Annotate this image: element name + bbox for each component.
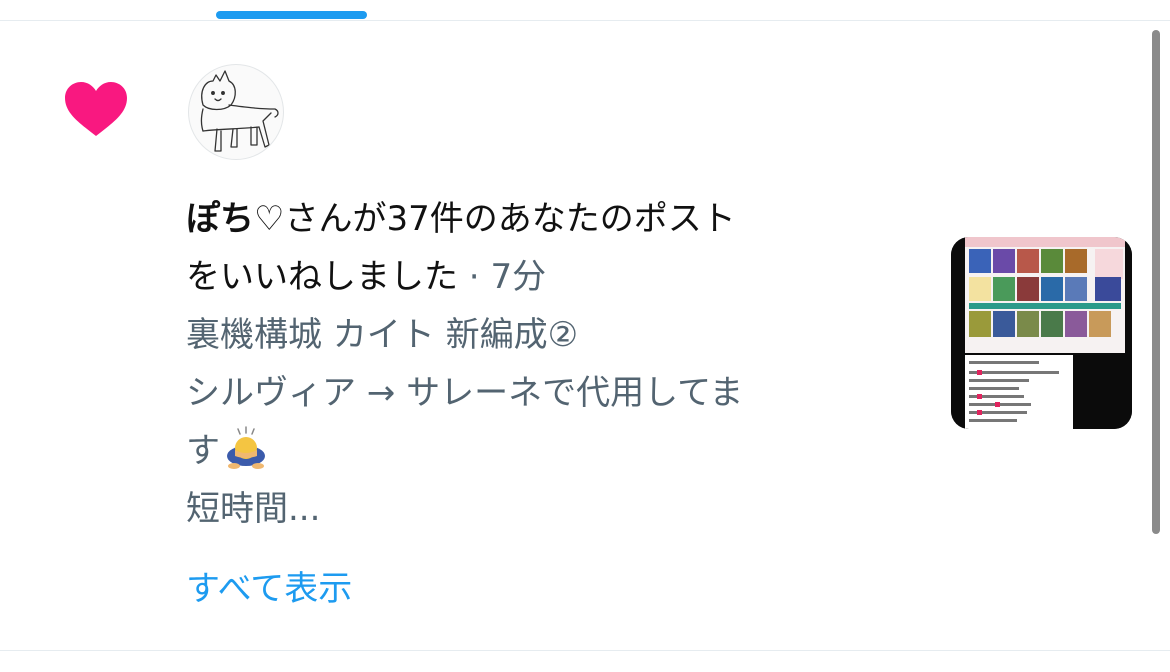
avatar[interactable] (188, 64, 284, 160)
action-text-2: をいいねしました (186, 257, 458, 297)
show-all-link[interactable]: すべて表示 (186, 560, 352, 618)
tweet-line-2: シルヴィア → サレーネで代用してま (186, 373, 744, 413)
person-bowing-icon (227, 426, 265, 469)
tweet-line-3-text: す (186, 431, 220, 471)
timestamp: 7分 (490, 257, 547, 297)
notification-text: ぽち♡さんが37件のあなたのポスト をいいねしました · 7分 (186, 190, 906, 306)
tweet-line-1: 裏機構城 カイト 新編成② (186, 315, 579, 355)
bottom-divider (0, 650, 1170, 651)
tweet-line-3: す (186, 422, 926, 480)
scrollbar[interactable] (1152, 30, 1160, 534)
action-text-1: さんが37件のあなたのポスト (284, 199, 736, 239)
tweet-line-4: 短時間... (186, 489, 321, 529)
game-screenshot-image (951, 237, 1132, 429)
user-name[interactable]: ぽち♡ (186, 199, 284, 239)
tab-indicator (216, 11, 367, 19)
cat-sketch-icon (200, 70, 279, 152)
top-divider (0, 20, 1170, 21)
tweet-preview[interactable]: 裏機構城 カイト 新編成② シルヴィア → サレーネで代用してま す 短時間..… (186, 306, 926, 538)
separator: · (458, 257, 491, 297)
heart-icon (65, 82, 127, 136)
tweet-image-thumbnail[interactable] (951, 237, 1132, 429)
